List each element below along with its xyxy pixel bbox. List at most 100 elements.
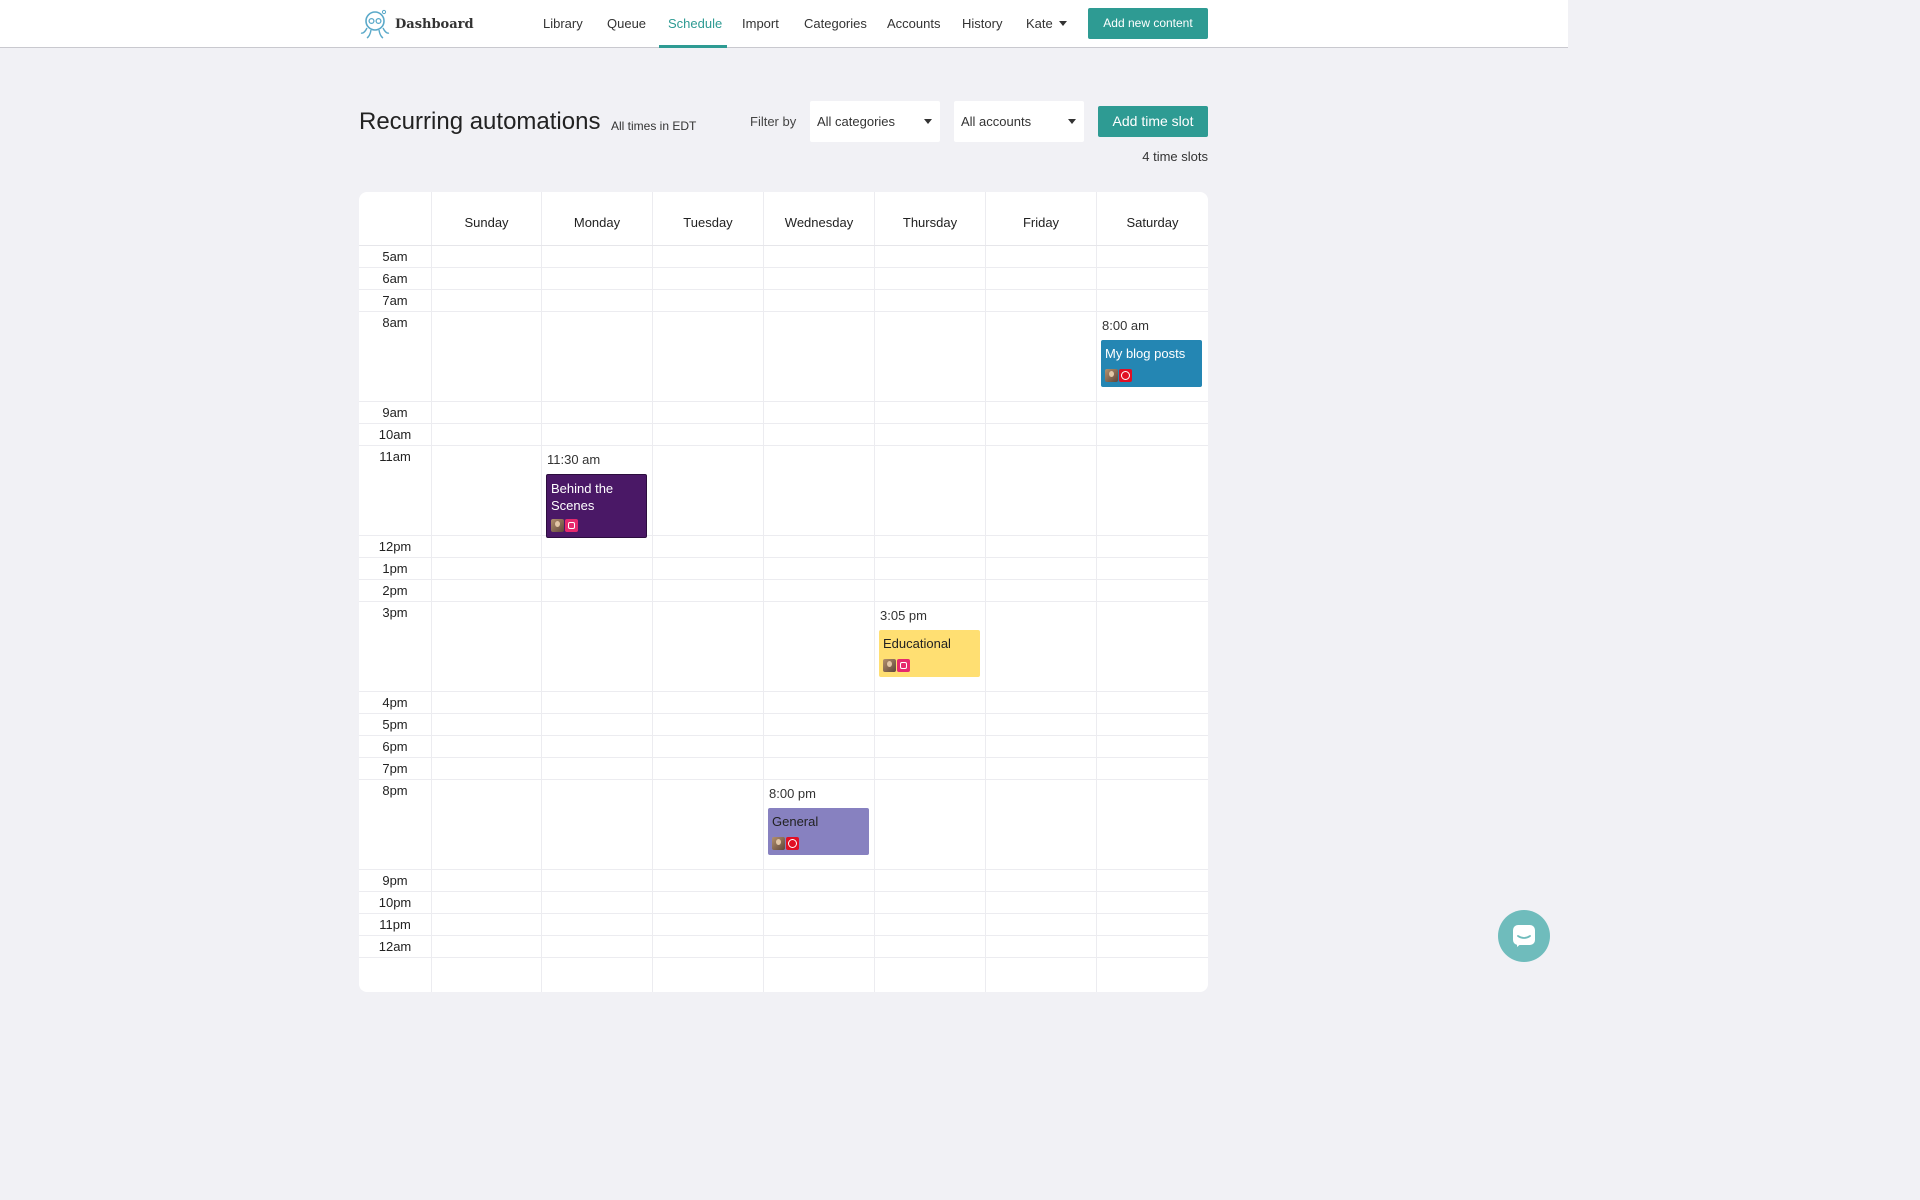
header-divider xyxy=(359,245,1208,246)
hour-label-4pm: 4pm xyxy=(382,695,408,710)
row-divider xyxy=(359,779,1208,780)
column-divider xyxy=(874,192,875,992)
nav-queue[interactable]: Queue xyxy=(607,0,646,48)
day-header-monday: Monday xyxy=(541,192,652,245)
hour-label-9am: 9am xyxy=(382,405,408,420)
instagram-icon xyxy=(565,519,578,532)
time-slot-count: 4 time slots xyxy=(1142,149,1208,164)
chat-icon xyxy=(1513,925,1535,947)
hour-label-6pm: 6pm xyxy=(382,739,408,754)
nav-history[interactable]: History xyxy=(962,0,1002,48)
row-divider xyxy=(359,957,1208,958)
day-header-wednesday: Wednesday xyxy=(763,192,874,245)
time-slot-category: Behind the Scenes xyxy=(551,481,614,513)
brand-logo[interactable]: Dashboard xyxy=(359,7,474,41)
hour-label-5pm: 5pm xyxy=(382,717,408,732)
dropdown-caret-icon xyxy=(1068,119,1076,124)
account-icons xyxy=(772,837,799,850)
column-divider xyxy=(985,192,986,992)
row-divider xyxy=(359,935,1208,936)
user-name: Kate xyxy=(1026,16,1053,31)
category-filter-value: All categories xyxy=(817,114,896,129)
hour-label-7am: 7am xyxy=(382,293,408,308)
hour-label-10pm: 10pm xyxy=(378,895,412,910)
filter-label: Filter by xyxy=(750,114,797,129)
time-slot-label: 11:30 am xyxy=(547,452,601,467)
hour-label-7pm: 7pm xyxy=(382,761,408,776)
user-menu[interactable]: Kate xyxy=(1026,0,1067,48)
account-avatar xyxy=(551,519,564,532)
row-divider xyxy=(359,757,1208,758)
day-header-saturday: Saturday xyxy=(1096,192,1208,245)
time-slot-card[interactable]: Educational xyxy=(879,630,980,677)
time-slot-label: 8:00 pm xyxy=(769,786,816,801)
time-slot-category: General xyxy=(772,814,819,829)
pinterest-icon xyxy=(786,837,799,850)
row-divider xyxy=(359,311,1208,312)
hour-label-12pm: 12pm xyxy=(378,539,412,554)
octopus-logo-icon xyxy=(360,9,390,39)
category-filter-select[interactable]: All categories xyxy=(810,101,940,142)
hour-label-8am: 8am xyxy=(382,315,408,330)
dropdown-caret-icon xyxy=(924,119,932,124)
nav-schedule[interactable]: Schedule xyxy=(668,0,722,48)
top-navigation-bar: Dashboard Library Queue Schedule Import … xyxy=(0,0,1568,48)
hour-label-11pm: 11pm xyxy=(379,917,411,932)
column-divider xyxy=(1096,192,1097,992)
add-new-content-button[interactable]: Add new content xyxy=(1088,8,1208,39)
active-tab-indicator xyxy=(659,45,727,48)
account-avatar xyxy=(772,837,785,850)
row-divider xyxy=(359,601,1208,602)
time-slot-card[interactable]: General xyxy=(768,808,869,855)
column-divider xyxy=(652,192,653,992)
hour-label-11am: 11am xyxy=(379,449,411,464)
hour-label-2pm: 2pm xyxy=(382,583,408,598)
instagram-icon xyxy=(897,659,910,672)
row-divider xyxy=(359,913,1208,914)
time-slot-card[interactable]: Behind the Scenes xyxy=(546,474,647,538)
hour-label-6am: 6am xyxy=(382,271,408,286)
day-header-sunday: Sunday xyxy=(431,192,541,245)
row-divider xyxy=(359,267,1208,268)
day-header-tuesday: Tuesday xyxy=(652,192,763,245)
hour-label-10am: 10am xyxy=(378,427,412,442)
weekly-schedule-calendar: Sunday Monday Tuesday Wednesday Thursday Frid… xyxy=(359,192,1208,992)
day-header-thursday: Thursday xyxy=(874,192,985,245)
row-divider xyxy=(359,445,1208,446)
hour-label-12am: 12am xyxy=(378,939,412,954)
column-divider xyxy=(763,192,764,992)
time-slot-category: Educational xyxy=(883,636,951,651)
hour-label-5am: 5am xyxy=(382,249,408,264)
hour-label-3pm: 3pm xyxy=(382,605,408,620)
row-divider xyxy=(359,735,1208,736)
account-icons xyxy=(883,659,910,672)
time-slot-label: 8:00 am xyxy=(1102,318,1149,333)
add-time-slot-button[interactable]: Add time slot xyxy=(1098,106,1208,137)
hour-label-8pm: 8pm xyxy=(382,783,408,798)
chevron-down-icon xyxy=(1058,21,1067,26)
nav-import[interactable]: Import xyxy=(742,0,779,48)
row-divider xyxy=(359,535,1208,536)
chat-launcher-button[interactable] xyxy=(1498,910,1550,962)
pinterest-icon xyxy=(1119,369,1132,382)
row-divider xyxy=(359,713,1208,714)
row-divider xyxy=(359,289,1208,290)
account-icons xyxy=(1105,369,1132,382)
account-filter-value: All accounts xyxy=(961,114,1032,129)
row-divider xyxy=(359,401,1208,402)
column-divider xyxy=(541,192,542,992)
row-divider xyxy=(359,579,1208,580)
row-divider xyxy=(359,891,1208,892)
account-avatar xyxy=(1105,369,1118,382)
nav-accounts[interactable]: Accounts xyxy=(887,0,940,48)
nav-categories[interactable]: Categories xyxy=(804,0,867,48)
timezone-note: All times in EDT xyxy=(611,119,697,133)
column-divider xyxy=(431,192,432,992)
hour-label-1pm: 1pm xyxy=(382,561,408,576)
time-slot-category: My blog posts xyxy=(1105,346,1186,361)
account-filter-select[interactable]: All accounts xyxy=(954,101,1084,142)
nav-library[interactable]: Library xyxy=(543,0,583,48)
day-header-friday: Friday xyxy=(985,192,1096,245)
time-slot-card[interactable]: My blog posts xyxy=(1101,340,1202,387)
row-divider xyxy=(359,869,1208,870)
